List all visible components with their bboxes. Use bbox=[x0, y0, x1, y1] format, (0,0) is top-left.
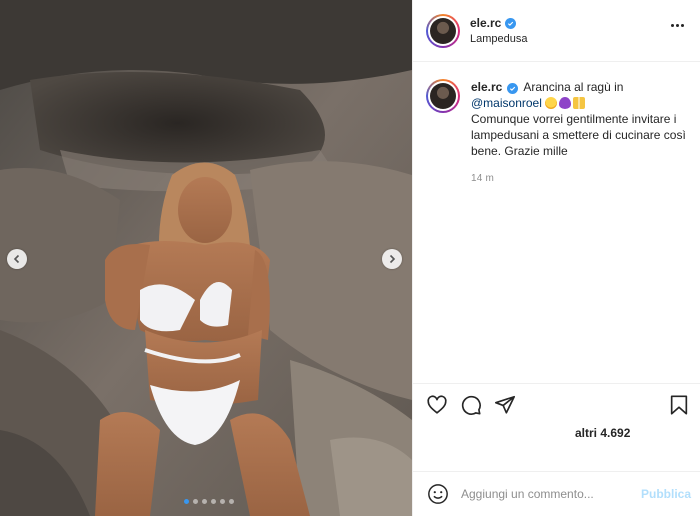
clinking-glasses-emoji bbox=[573, 97, 586, 109]
username-link[interactable]: ele.rc bbox=[470, 16, 501, 30]
smiley-icon[interactable] bbox=[427, 483, 449, 505]
avatar-image bbox=[430, 83, 456, 109]
comment-bar: Pubblica bbox=[413, 471, 700, 516]
actions-divider bbox=[413, 383, 700, 384]
carousel-dot bbox=[193, 499, 198, 504]
caption-body-rest: Comunque vorrei gentilmente invitare i l… bbox=[471, 112, 686, 158]
tongue-face-emoji bbox=[545, 97, 558, 109]
caption-text: ele.rc Arancina al ragù in @maisonroel C… bbox=[471, 79, 686, 187]
carousel-dot bbox=[184, 499, 189, 504]
verified-badge-icon bbox=[505, 17, 517, 29]
carousel-next-button[interactable] bbox=[382, 249, 402, 269]
caption-body-start: Arancina al ragù in bbox=[523, 80, 624, 94]
avatar[interactable] bbox=[426, 13, 460, 48]
carousel-dot bbox=[229, 499, 234, 504]
post-sidebar: ele.rc Lampedusa ele.rc Arancina al ragù… bbox=[412, 0, 700, 516]
post-modal: ele.rc Lampedusa ele.rc Arancina al ragù… bbox=[0, 0, 700, 516]
caption: ele.rc Arancina al ragù in @maisonroel C… bbox=[426, 79, 686, 187]
action-bar bbox=[426, 394, 516, 416]
avatar[interactable] bbox=[426, 79, 460, 113]
carousel-dot bbox=[211, 499, 216, 504]
save-button[interactable] bbox=[668, 394, 690, 419]
comment-input[interactable] bbox=[461, 487, 631, 501]
post-header: ele.rc Lampedusa bbox=[413, 0, 700, 62]
carousel-dot bbox=[202, 499, 207, 504]
chevron-right-icon bbox=[389, 254, 396, 264]
avatar-ring bbox=[428, 81, 458, 111]
likes-count[interactable]: altri 4.692 bbox=[575, 426, 630, 440]
location-link[interactable]: Lampedusa bbox=[470, 33, 528, 45]
verified-badge-icon bbox=[506, 83, 518, 94]
post-media[interactable] bbox=[0, 0, 412, 516]
carousel-prev-button[interactable] bbox=[7, 249, 27, 269]
heart-icon[interactable] bbox=[426, 394, 448, 416]
username-row: ele.rc bbox=[470, 16, 528, 30]
bookmark-icon bbox=[670, 395, 688, 415]
post-comment-button[interactable]: Pubblica bbox=[641, 487, 691, 501]
avatar-image bbox=[430, 17, 456, 44]
likes-label: altri 4.692 bbox=[575, 426, 631, 440]
carousel-indicator bbox=[184, 499, 234, 504]
mention-link[interactable]: @maisonroel bbox=[471, 96, 542, 110]
avatar-ring bbox=[428, 15, 458, 46]
comment-icon[interactable] bbox=[460, 394, 482, 416]
post-photo bbox=[0, 0, 412, 516]
header-text: ele.rc Lampedusa bbox=[470, 16, 528, 45]
carousel-dot bbox=[220, 499, 225, 504]
more-options-icon[interactable] bbox=[671, 24, 684, 27]
chevron-left-icon bbox=[13, 254, 20, 264]
caption-timestamp: 14 m bbox=[471, 173, 495, 184]
share-icon[interactable] bbox=[494, 394, 516, 416]
purple-heart-emoji bbox=[559, 97, 572, 109]
caption-username[interactable]: ele.rc bbox=[471, 80, 502, 94]
